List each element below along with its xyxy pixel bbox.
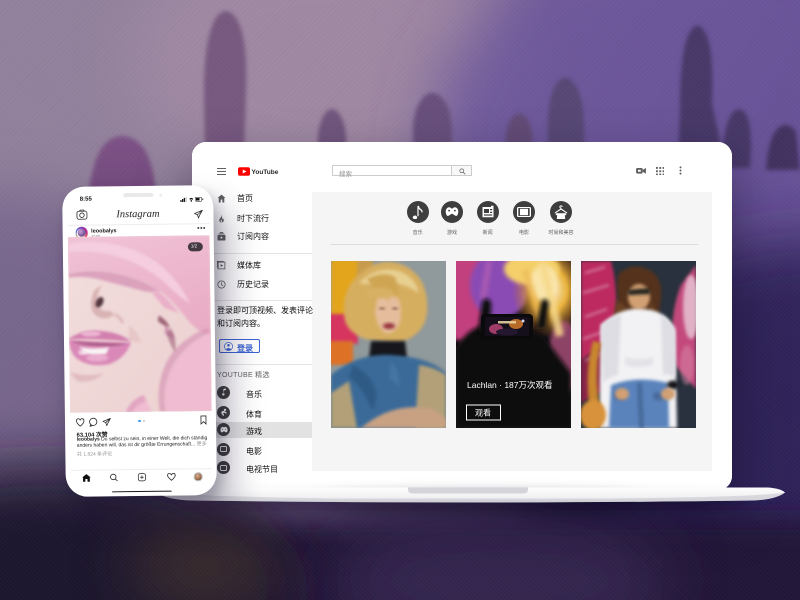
svg-text:Lachlan · 187万次观看: Lachlan · 187万次观看 [467,380,553,390]
svg-text:观看: 观看 [475,409,491,418]
svg-text:YouTube: YouTube [252,168,279,175]
